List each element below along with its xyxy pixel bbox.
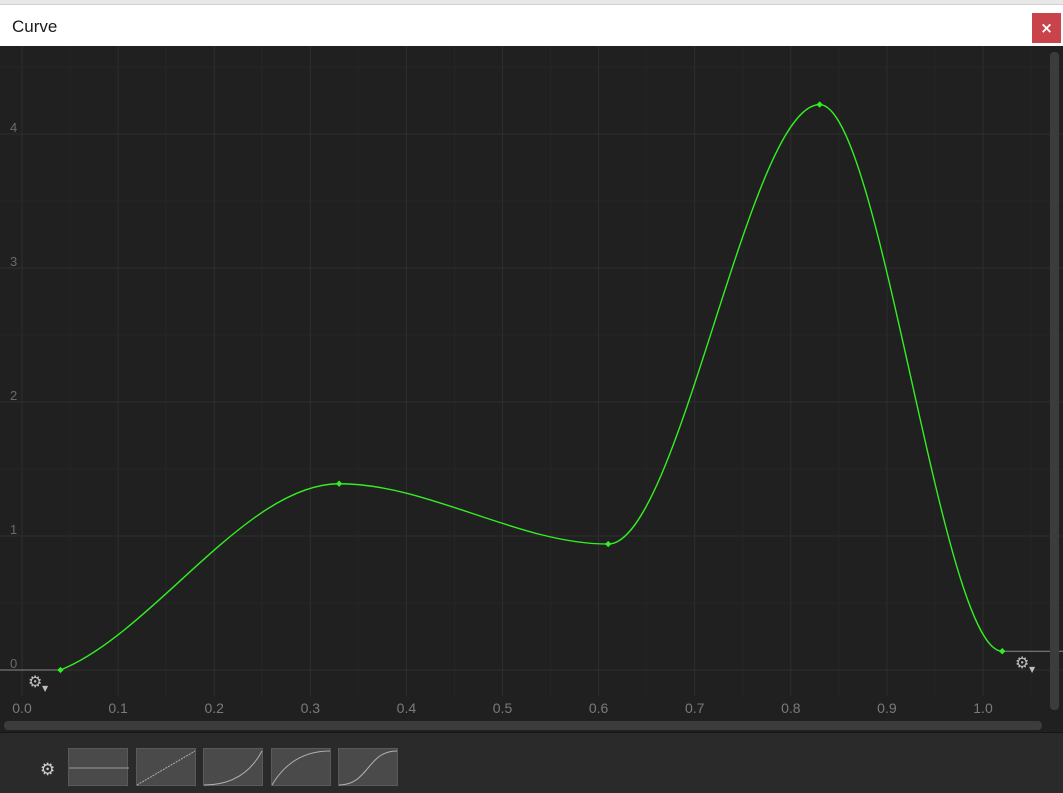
preset-ease-in-out[interactable] [338, 748, 398, 786]
x-tick-label: 0.0 [12, 700, 32, 716]
ease-out-preset-icon [272, 750, 331, 786]
title-bar[interactable]: Curve × [0, 4, 1063, 46]
keyframe-point [57, 666, 64, 674]
x-tick-label: 0.5 [493, 700, 513, 716]
x-tick-label: 0.6 [589, 700, 609, 716]
keyframe-point [816, 101, 823, 108]
pre-wrap-gear-icon: ⚙ [28, 672, 42, 691]
y-tick-label: 4 [10, 120, 17, 135]
dropdown-arrow-icon: ▼ [42, 684, 49, 693]
ease-in-preset-icon [204, 750, 263, 786]
x-tick-label: 1.0 [973, 700, 993, 716]
x-tick-label: 0.7 [685, 700, 705, 716]
y-tick-label: 1 [10, 522, 17, 537]
x-tick-label: 0.1 [108, 700, 128, 716]
keyframe-point [605, 540, 612, 548]
x-tick-label: 0.2 [204, 700, 224, 716]
preset-flat[interactable] [68, 748, 129, 786]
horizontal-scrollbar[interactable] [4, 721, 1042, 730]
curve-editor-window: Curve × 0 1 2 3 4 0.0 0.1 0.2 0.3 0.4 0.5 0.6 0.7 0.8… [0, 0, 1063, 793]
vertical-scrollbar[interactable] [1050, 52, 1059, 710]
dropdown-arrow-icon: ▼ [1029, 665, 1036, 674]
x-tick-label: 0.8 [781, 700, 801, 716]
keyframe-point [335, 480, 343, 487]
y-tick-label: 3 [10, 254, 17, 269]
post-wrap-gear-icon: ⚙ [1015, 653, 1029, 672]
x-tick-label: 0.9 [877, 700, 897, 716]
x-tick-label: 0.4 [397, 700, 417, 716]
y-tick-label: 0 [10, 656, 17, 671]
preset-ease-in[interactable] [203, 748, 263, 786]
preset-linear[interactable] [136, 748, 196, 786]
keyframe-point [999, 648, 1006, 655]
curve-line [60, 103, 1003, 671]
y-tick-label: 2 [10, 388, 17, 403]
curve-canvas[interactable]: 0 1 2 3 4 0.0 0.1 0.2 0.3 0.4 0.5 0.6 0.7 0.8 0.9 1.0 ⚙ ▼… [0, 46, 1063, 732]
close-button[interactable]: × [1032, 13, 1061, 43]
preset-ease-out[interactable] [271, 748, 331, 786]
x-tick-label: 0.3 [301, 700, 321, 716]
curve-plot[interactable]: 012340.0 0.1 0.2 0.3 0.4 0.5 0.6 0.7 0.8 0.9 1.0⚙ ▼… [0, 46, 1063, 732]
preset-bar: ⚙ [0, 732, 1063, 793]
gear-icon[interactable]: ⚙ [40, 761, 58, 779]
linear-preset-icon [137, 750, 196, 786]
window-title: Curve [12, 17, 58, 36]
ease-in-out-preset-icon [339, 750, 398, 786]
flat-preset-icon [69, 767, 129, 769]
